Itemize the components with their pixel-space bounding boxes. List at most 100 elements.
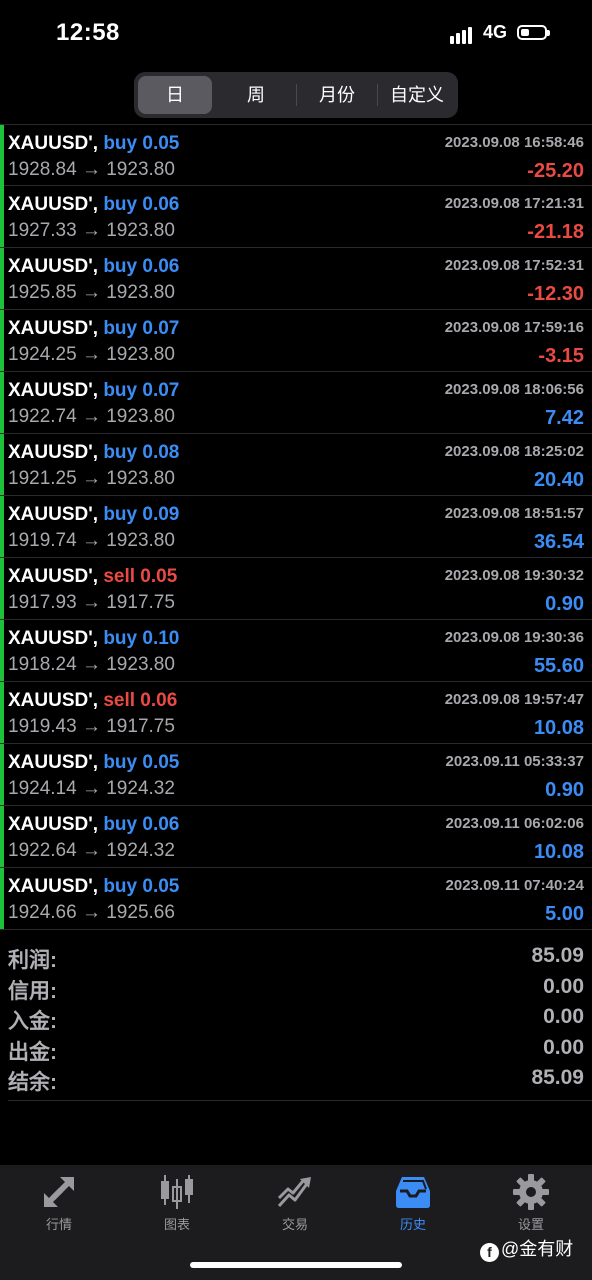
quotes-arrows-icon (44, 1177, 74, 1207)
summary-row: 信用: 0.00 (0, 973, 592, 1004)
trade-symbol-line: XAUUSD', buy 0.05 (8, 752, 179, 774)
trade-prices: 1922.74 → 1923.80 (8, 406, 175, 427)
tab-trade[interactable]: 交易 (236, 1165, 354, 1235)
summary-row: 入金: 0.00 (0, 1003, 592, 1034)
segment-custom[interactable]: 自定义 (378, 76, 456, 114)
trade-row[interactable]: XAUUSD', buy 0.09 2023.09.08 18:51:57 1919… (0, 496, 592, 558)
trade-row[interactable]: XAUUSD', buy 0.05 2023.09.11 05:33:37 1924… (0, 744, 592, 806)
trade-prices: 1924.25 → 1923.80 (8, 344, 175, 365)
summary-row: 结余: 85.09 (0, 1064, 592, 1095)
trade-row-indicator (0, 372, 4, 433)
trade-symbol-line: XAUUSD', buy 0.06 (8, 814, 179, 836)
trade-prices: 1917.93 → 1917.75 (8, 592, 175, 613)
trade-side: sell (103, 690, 136, 711)
trade-row-indicator (0, 620, 4, 681)
trade-datetime: 2023.09.08 17:52:31 (444, 257, 584, 274)
trade-side: buy (103, 318, 138, 339)
home-indicator[interactable] (190, 1262, 402, 1268)
cellular-signal-icon (450, 24, 476, 44)
trade-volume: 0.05 (142, 133, 180, 154)
trade-symbol-line: XAUUSD', buy 0.05 (8, 876, 179, 898)
trade-prices: 1918.24 → 1923.80 (8, 654, 175, 675)
trade-side: buy (103, 752, 138, 773)
trade-row-indicator (0, 496, 4, 557)
trade-datetime: 2023.09.08 18:51:57 (444, 505, 584, 522)
trade-side: buy (103, 814, 138, 835)
trade-datetime: 2023.09.08 19:30:36 (444, 629, 584, 646)
summary-value: 0.00 (543, 974, 584, 998)
trade-datetime: 2023.09.08 18:25:02 (444, 443, 584, 460)
trade-volume: 0.09 (142, 504, 180, 525)
trade-row[interactable]: XAUUSD', buy 0.06 2023.09.11 06:02:06 1922… (0, 806, 592, 868)
trade-prices: 1925.85 → 1923.80 (8, 282, 175, 303)
trade-symbol: XAUUSD', (8, 133, 99, 154)
tab-history[interactable]: 历史 (354, 1165, 472, 1235)
segment-month[interactable]: 月份 (298, 76, 376, 114)
trade-symbol-line: XAUUSD', sell 0.06 (8, 690, 177, 712)
summary-label: 出金: (8, 1040, 57, 1064)
summary-value: 85.09 (531, 1066, 584, 1089)
tab-settings[interactable]: 设置 (472, 1165, 590, 1235)
trade-symbol-line: XAUUSD', buy 0.06 (8, 256, 179, 278)
trade-symbol: XAUUSD', (8, 690, 99, 711)
trade-row[interactable]: XAUUSD', buy 0.10 2023.09.08 19:30:36 1918… (0, 620, 592, 682)
trade-symbol-line: XAUUSD', buy 0.08 (8, 442, 179, 464)
trade-volume: 0.06 (140, 690, 178, 711)
trade-profit: 36.54 (533, 531, 584, 553)
segment-week[interactable]: 周 (218, 76, 294, 114)
trade-symbol-line: XAUUSD', buy 0.05 (8, 133, 179, 155)
tab-history-label: 历史 (399, 1217, 426, 1232)
trade-row[interactable]: XAUUSD', buy 0.06 2023.09.08 17:21:31 1927… (0, 186, 592, 248)
trade-profit: -3.15 (538, 345, 584, 367)
trade-volume: 0.05 (142, 876, 180, 897)
trade-row[interactable]: XAUUSD', buy 0.05 2023.09.11 07:40:24 1924… (0, 868, 592, 930)
tab-settings-label: 设置 (517, 1217, 544, 1232)
trade-row[interactable]: XAUUSD', buy 0.07 2023.09.08 17:59:16 1924… (0, 310, 592, 372)
status-time: 12:58 (56, 19, 120, 46)
trade-profit: -25.20 (527, 160, 584, 182)
trade-volume: 0.05 (140, 566, 178, 587)
trade-symbol: XAUUSD', (8, 318, 99, 339)
trade-symbol-line: XAUUSD', buy 0.06 (8, 194, 179, 216)
trade-profit: 7.42 (545, 407, 584, 429)
trade-row-indicator (0, 806, 4, 867)
trade-datetime: 2023.09.08 17:59:16 (444, 319, 584, 336)
battery-icon (517, 25, 550, 40)
trade-symbol-line: XAUUSD', buy 0.09 (8, 504, 179, 526)
segment-day[interactable]: 日 (138, 76, 212, 114)
trade-profit: 10.08 (533, 717, 584, 739)
trade-row[interactable]: XAUUSD', buy 0.05 2023.09.08 16:58:46 1928… (0, 124, 592, 186)
trade-volume: 0.07 (142, 380, 180, 401)
summary-label: 利润: (8, 949, 57, 972)
summary-label: 信用: (8, 979, 57, 1003)
trade-profit: 10.08 (533, 841, 584, 863)
trade-row-indicator (0, 682, 4, 743)
trade-datetime: 2023.09.08 16:58:46 (444, 134, 584, 151)
trade-symbol-line: XAUUSD', buy 0.07 (8, 318, 179, 340)
trade-row[interactable]: XAUUSD', buy 0.07 2023.09.08 18:06:56 1922… (0, 372, 592, 434)
trade-symbol: XAUUSD', (8, 752, 99, 773)
trade-trend-icon (277, 1177, 311, 1208)
trade-prices: 1924.66 → 1925.66 (8, 902, 175, 923)
trade-row-indicator (0, 248, 4, 309)
network-type: 4G (483, 22, 508, 42)
trade-row[interactable]: XAUUSD', buy 0.08 2023.09.08 18:25:02 1921… (0, 434, 592, 496)
trade-symbol: XAUUSD', (8, 566, 99, 587)
trade-side: buy (103, 133, 138, 154)
trade-row[interactable]: XAUUSD', buy 0.06 2023.09.08 17:52:31 1925… (0, 248, 592, 310)
trade-profit: 5.00 (545, 903, 584, 925)
trade-side: buy (103, 504, 138, 525)
summary-value: 85.09 (531, 944, 584, 967)
tab-quotes[interactable]: 行情 (0, 1165, 118, 1235)
trade-datetime: 2023.09.08 18:06:56 (444, 381, 584, 398)
trade-row[interactable]: XAUUSD', sell 0.06 2023.09.08 19:57:47 191… (0, 682, 592, 744)
tab-quotes-label: 行情 (45, 1217, 72, 1232)
tab-chart[interactable]: 图表 (118, 1165, 236, 1235)
trade-profit: 20.40 (533, 469, 584, 491)
status-bar: 12:58 4G (0, 0, 592, 66)
trade-datetime: 2023.09.08 19:57:47 (444, 691, 584, 708)
trade-volume: 0.10 (142, 628, 180, 649)
summary-value: 0.00 (543, 1005, 584, 1028)
trade-row[interactable]: XAUUSD', sell 0.05 2023.09.08 19:30:32 191… (0, 558, 592, 620)
trade-side: buy (103, 380, 138, 401)
